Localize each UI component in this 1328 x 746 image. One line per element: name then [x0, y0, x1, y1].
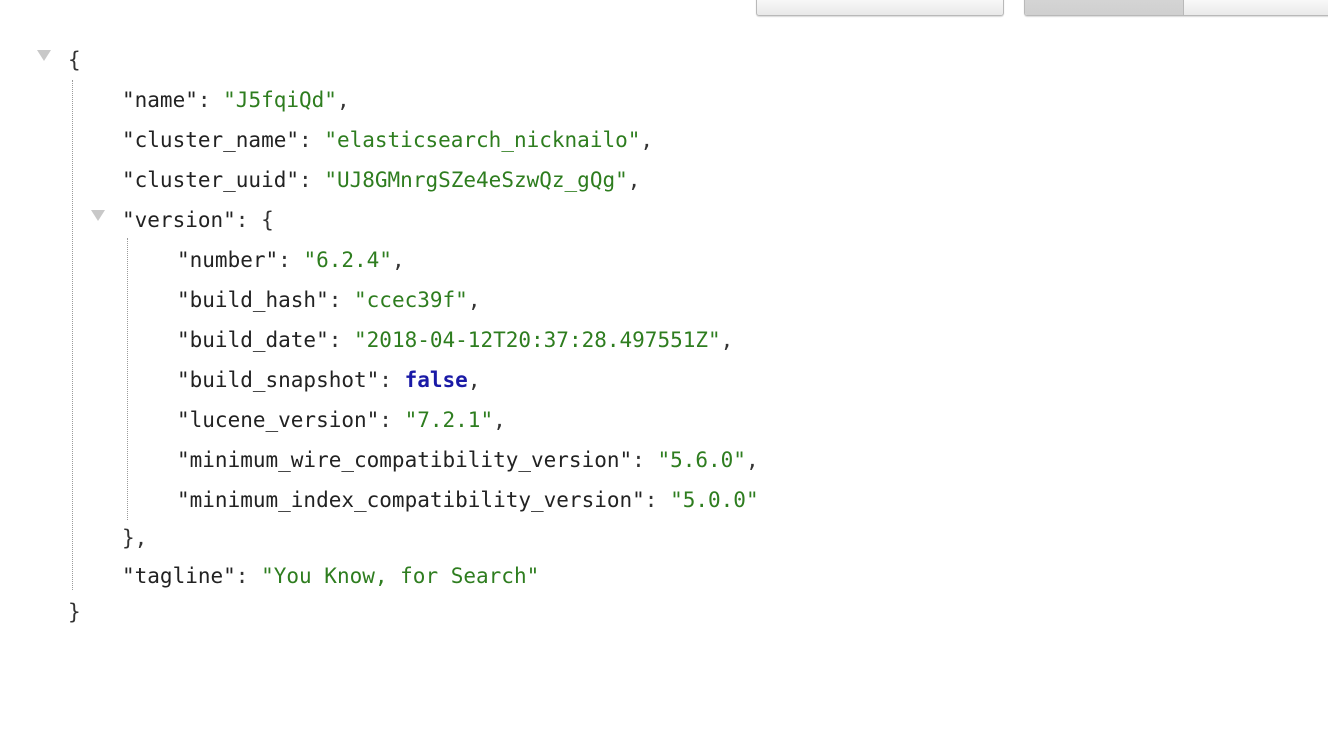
- json-key: "tagline": [122, 564, 236, 588]
- json-string-value: "6.2.4": [303, 248, 392, 272]
- json-string-value: "2018-04-12T20:37:28.497551Z": [354, 328, 721, 352]
- json-line-cluster-name: "cluster_name": "elasticsearch_nicknailo…: [122, 128, 654, 152]
- json-string-value: "elasticsearch_nicknailo": [324, 128, 641, 152]
- version-close-brace: },: [122, 526, 148, 550]
- json-key: "build_snapshot": [177, 368, 380, 392]
- toolbar-button-raw-data[interactable]: [756, 0, 1004, 16]
- json-line-number: "number": "6.2.4",: [177, 248, 405, 272]
- json-string-value: "5.6.0": [657, 448, 746, 472]
- json-line-version: "version": {: [122, 208, 274, 232]
- json-key: "minimum_index_compatibility_version": [177, 488, 645, 512]
- collapse-root-toggle-icon[interactable]: [37, 50, 51, 61]
- json-boolean-value: false: [404, 368, 468, 392]
- json-line-min-index-compat: "minimum_index_compatibility_version": "…: [177, 488, 759, 512]
- segment-expand-all[interactable]: [1184, 0, 1328, 15]
- json-string-value: "ccec39f": [354, 288, 468, 312]
- json-line-build-snapshot: "build_snapshot": false,: [177, 368, 481, 392]
- json-viewer: { "name": "J5fqiQd", "cluster_name": "el…: [0, 0, 1328, 746]
- json-line-min-wire-compat: "minimum_wire_compatibility_version": "5…: [177, 448, 759, 472]
- json-key: "version": [122, 208, 236, 232]
- root-indent-guide: [72, 80, 73, 590]
- json-key: "build_hash": [177, 288, 329, 312]
- version-indent-guide: [127, 238, 128, 520]
- json-key: "lucene_version": [177, 408, 380, 432]
- json-key: "minimum_wire_compatibility_version": [177, 448, 633, 472]
- json-line-lucene-version: "lucene_version": "7.2.1",: [177, 408, 506, 432]
- json-key: "name": [122, 88, 198, 112]
- json-key: "cluster_uuid": [122, 168, 300, 192]
- json-key: "build_date": [177, 328, 329, 352]
- json-string-value: "7.2.1": [404, 408, 494, 432]
- json-key: "cluster_name": [122, 128, 300, 152]
- json-key: "number": [177, 248, 279, 272]
- collapse-version-toggle-icon[interactable]: [91, 210, 105, 221]
- json-line-name: "name": "J5fqiQd",: [122, 88, 350, 112]
- json-string-value: "5.0.0": [670, 488, 759, 512]
- json-string-value: "J5fqiQd": [223, 88, 337, 112]
- json-string-value: "You Know, for Search": [261, 564, 540, 588]
- view-mode-segmented-control: [1024, 0, 1328, 16]
- json-line-cluster-uuid: "cluster_uuid": "UJ8GMnrgSZe4eSzwQz_gQg"…: [122, 168, 641, 192]
- segment-format[interactable]: [1025, 0, 1184, 15]
- root-close-brace: }: [68, 600, 81, 624]
- json-line-build-date: "build_date": "2018-04-12T20:37:28.49755…: [177, 328, 734, 352]
- json-line-build-hash: "build_hash": "ccec39f",: [177, 288, 481, 312]
- json-string-value: "UJ8GMnrgSZe4eSzwQz_gQg": [324, 168, 628, 192]
- json-line-tagline: "tagline": "You Know, for Search": [122, 564, 540, 588]
- root-open-brace: {: [68, 48, 81, 72]
